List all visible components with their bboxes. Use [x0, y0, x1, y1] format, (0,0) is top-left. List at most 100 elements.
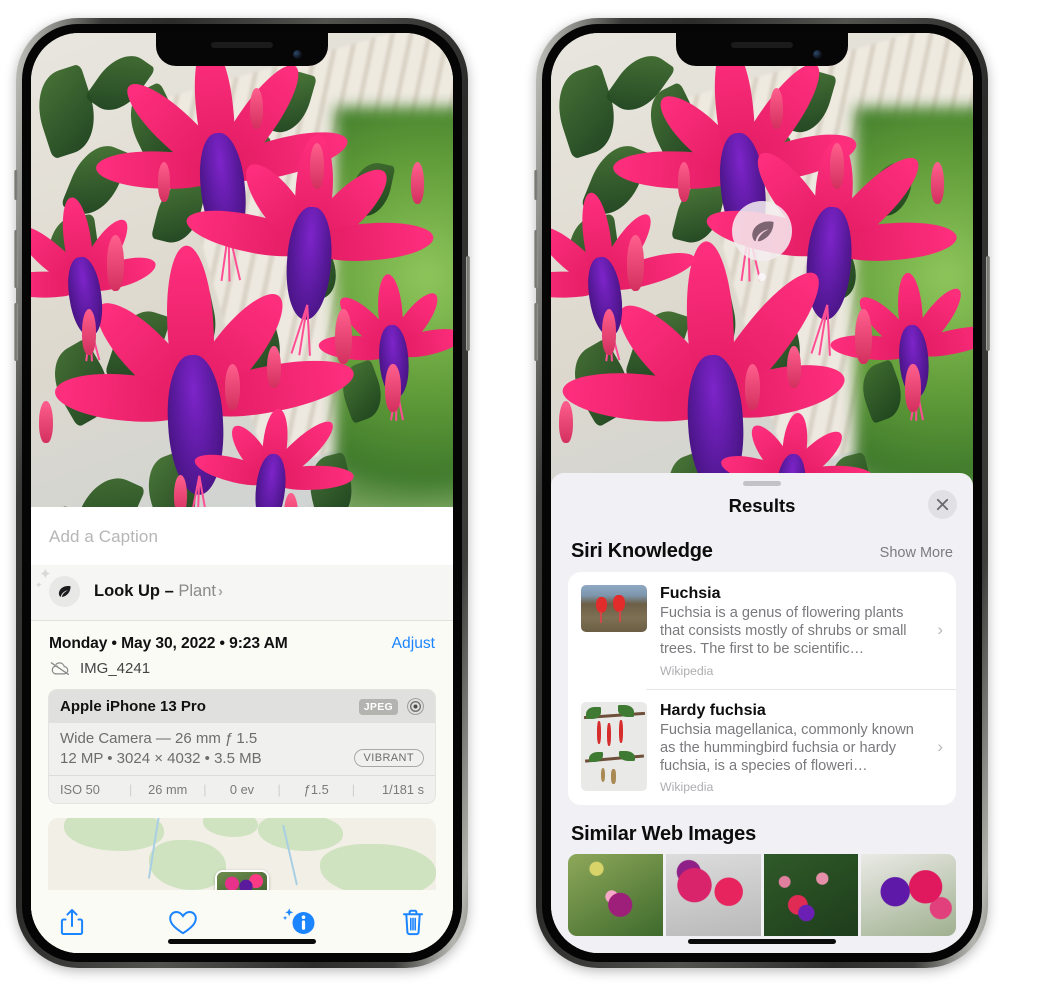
show-more-button[interactable]: Show More	[880, 545, 953, 561]
similar-web-images-header: Similar Web Images	[551, 805, 973, 848]
filename-row: IMG_4241	[31, 655, 453, 689]
photo-flower-bud	[385, 364, 401, 413]
look-up-label: Look Up – Plant ›	[94, 582, 223, 601]
notch	[676, 33, 848, 66]
leaf-icon	[732, 201, 792, 261]
date-row: Monday • May 30, 2022 • 9:23 AM Adjust	[31, 621, 453, 655]
share-button[interactable]	[59, 907, 85, 942]
notch	[156, 33, 328, 66]
photo-flower-bud	[81, 309, 96, 355]
list-item[interactable]: Hardy fuchsia Fuchsia magellanica, commo…	[568, 688, 956, 806]
exif-card: Apple iPhone 13 Pro JPEG Wide Camera — 2…	[48, 689, 436, 804]
photo-flower-bud	[334, 309, 352, 365]
map-photo-pin	[215, 870, 269, 890]
adjust-button[interactable]: Adjust	[392, 635, 435, 653]
volume-up-button[interactable]	[14, 230, 18, 288]
photo-flower-bud	[157, 161, 171, 203]
mute-switch[interactable]	[14, 170, 18, 200]
phone-bezel-right: Results Siri Knowledge Show More Fuchsia…	[542, 24, 982, 962]
screenshot-stage: Add a Caption ✦ ✦ Look Up – Plant › Mond…	[0, 0, 1055, 985]
photo-filename: IMG_4241	[80, 660, 151, 677]
chevron-right-icon: ›	[937, 737, 943, 757]
pin-dot-icon	[758, 273, 766, 281]
photo-flower-bud	[267, 345, 281, 389]
screen-left: Add a Caption ✦ ✦ Look Up – Plant › Mond…	[31, 33, 453, 953]
power-button[interactable]	[986, 256, 990, 351]
close-icon[interactable]	[928, 490, 957, 519]
aperture-target-icon	[406, 697, 425, 716]
photographic-style-badge: VIBRANT	[353, 749, 424, 767]
favorite-button[interactable]	[168, 909, 198, 941]
exif-body: Wide Camera — 26 mm ƒ 1.5 12 MP • 3024 ×…	[49, 723, 435, 775]
photo-flower-bud	[745, 364, 761, 411]
result-source: Wikipedia	[660, 663, 714, 678]
result-thumbnail	[581, 701, 647, 791]
result-description: Fuchsia is a genus of flowering plants t…	[660, 605, 907, 658]
photo-flower-bud	[106, 235, 124, 291]
delete-button[interactable]	[401, 908, 425, 942]
volume-down-button[interactable]	[14, 303, 18, 361]
photo-flower-bud	[787, 345, 801, 389]
screen-right: Results Siri Knowledge Show More Fuchsia…	[551, 33, 973, 953]
volume-up-button[interactable]	[534, 230, 538, 288]
exif-setting: ISO 50	[60, 782, 100, 797]
siri-knowledge-card: Fuchsia Fuchsia is a genus of flowering …	[568, 572, 956, 806]
similar-images-strip[interactable]	[551, 854, 973, 937]
photo-flower-bud	[250, 88, 264, 129]
result-title: Fuchsia	[660, 585, 721, 602]
lens-info: Wide Camera — 26 mm ƒ 1.5	[60, 730, 258, 747]
look-up-row[interactable]: ✦ ✦ Look Up – Plant ›	[31, 565, 453, 621]
similar-image-thumbnail[interactable]	[665, 854, 761, 937]
home-indicator[interactable]	[688, 939, 836, 944]
section-title: Similar Web Images	[571, 823, 756, 846]
home-indicator[interactable]	[168, 939, 316, 944]
earpiece-speaker	[211, 42, 273, 48]
caption-input[interactable]: Add a Caption	[31, 507, 453, 565]
earpiece-speaker	[731, 42, 793, 48]
results-sheet: Results Siri Knowledge Show More Fuchsia…	[551, 473, 973, 953]
chevron-right-icon: ›	[217, 583, 223, 600]
power-button[interactable]	[466, 256, 470, 351]
look-up-title: Look Up –	[94, 582, 179, 600]
result-source: Wikipedia	[660, 780, 714, 795]
result-thumbnail	[581, 585, 647, 632]
cloud-slash-icon	[49, 661, 71, 676]
info-button[interactable]	[282, 906, 318, 943]
exif-settings-row: ISO 50 | 26 mm | 0 ev | ƒ1.5 | 1/181 s	[49, 775, 435, 803]
photo-flower-bud	[601, 309, 616, 355]
exif-setting: 26 mm	[148, 782, 188, 797]
similar-image-thumbnail[interactable]	[861, 854, 956, 937]
photo-flower-bud	[930, 161, 945, 205]
front-camera-icon	[293, 50, 302, 59]
exif-divider: |	[277, 782, 281, 797]
location-map-card[interactable]	[48, 818, 436, 890]
mute-switch[interactable]	[534, 170, 538, 200]
visual-look-up-pin[interactable]	[732, 201, 792, 281]
chevron-right-icon: ›	[937, 620, 943, 640]
leaf-icon: ✦ ✦	[35, 567, 80, 607]
photo-flower-bud	[829, 143, 844, 190]
photo-info-sheet: Add a Caption ✦ ✦ Look Up – Plant › Mond…	[31, 507, 453, 953]
exif-divider: |	[128, 782, 133, 797]
look-up-category: Plant	[178, 582, 216, 600]
exif-header: Apple iPhone 13 Pro JPEG	[49, 690, 435, 723]
front-camera-icon	[813, 50, 822, 59]
photo-flower-bud	[309, 143, 324, 190]
sparkle-icon: ✦	[39, 565, 52, 583]
photo-flower-bud	[559, 401, 573, 444]
photo-flower-bud	[39, 401, 53, 444]
phone-left: Add a Caption ✦ ✦ Look Up – Plant › Mond…	[14, 18, 470, 968]
photo-flower-bud	[854, 309, 872, 365]
siri-knowledge-header: Siri Knowledge Show More	[551, 531, 973, 572]
page-title: Results	[728, 495, 796, 516]
similar-image-thumbnail[interactable]	[568, 854, 663, 937]
list-item[interactable]: Fuchsia Fuchsia is a genus of flowering …	[568, 572, 956, 689]
camera-model: Apple iPhone 13 Pro	[60, 698, 206, 715]
photo-flower-bud	[626, 235, 644, 291]
result-title: Hardy fuchsia	[660, 701, 766, 719]
format-badge: JPEG	[358, 698, 398, 715]
exif-setting: ƒ1.5	[303, 782, 329, 797]
similar-image-thumbnail[interactable]	[763, 854, 859, 937]
volume-down-button[interactable]	[534, 303, 538, 361]
exif-setting: 0 ev	[229, 782, 255, 797]
